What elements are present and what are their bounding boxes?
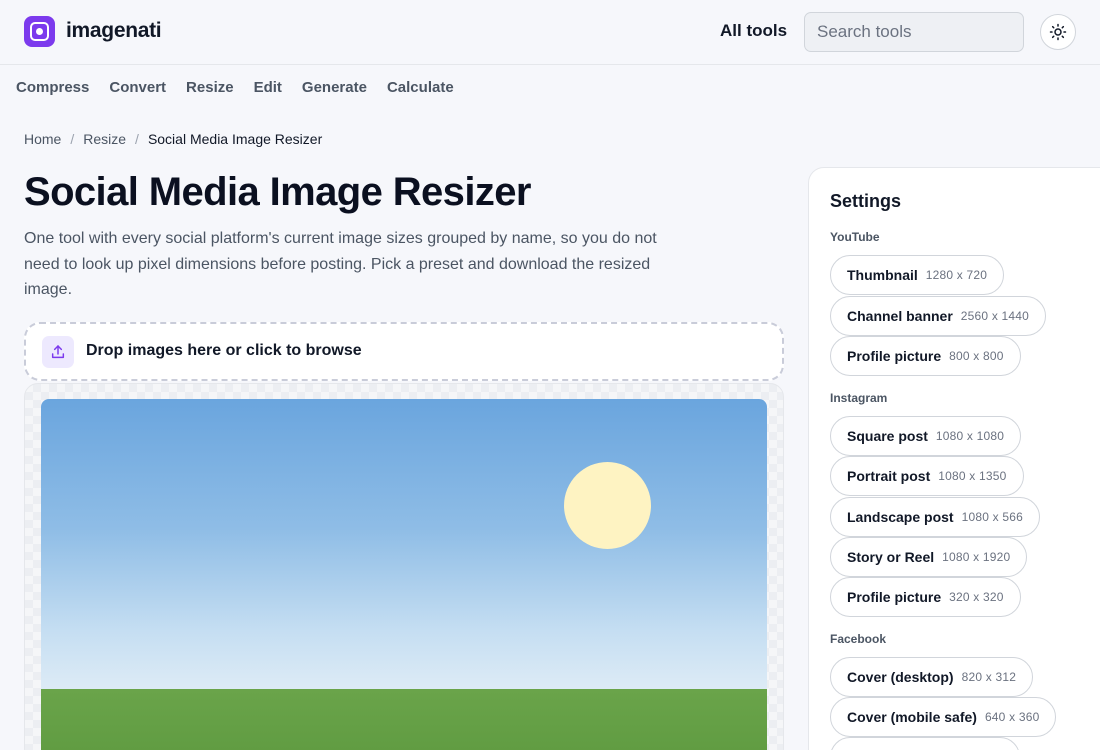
image-dropzone[interactable]: Drop images here or click to browse [24,322,784,381]
dropzone-label: Drop images here or click to browse [86,342,362,359]
preset-youtube-channel-banner[interactable]: Channel banner 2560 x 1440 [830,296,1047,336]
preset-instagram-profile-picture[interactable]: Profile picture 320 x 320 [830,577,1021,617]
sun-icon [1049,23,1067,41]
preset-dimensions: 800 x 800 [949,349,1004,363]
preset-dimensions: 1280 x 720 [925,268,988,282]
top-bar: imagenati All tools [0,0,1100,65]
preset-name: Thumbnail [847,267,918,283]
group-label-instagram: Instagram [830,391,888,405]
preview-grass [41,689,767,750]
preset-dimensions: 320 x 320 [949,590,1004,604]
page-title: Social Media Image Resizer [24,170,531,214]
preset-name: Story or Reel [847,549,935,565]
preset-name: Profile picture [847,348,942,364]
preset-instagram-portrait-post[interactable]: Portrait post 1080 x 1350 [830,456,1024,496]
preview-sky [41,399,767,689]
preset-facebook-cover-desktop[interactable]: Cover (desktop) 820 x 312 [830,657,1034,697]
category-nav: Compress Convert Resize Edit Generate Ca… [16,79,454,99]
search-input[interactable] [804,12,1024,52]
settings-panel: Settings YouTube Thumbnail 1280 x 720 Ch… [808,167,1100,750]
upload-icon [42,336,74,368]
settings-title: Settings [830,191,902,211]
nav-generate[interactable]: Generate [302,79,367,99]
preset-dimensions: 1080 x 566 [961,510,1023,524]
preset-name: Cover (desktop) [847,669,954,685]
preview-sun [564,462,651,549]
preset-facebook-next[interactable] [830,737,1020,750]
preset-name: Channel banner [847,308,953,324]
preset-dimensions: 1080 x 1920 [942,550,1011,564]
image-preview-area [24,383,784,750]
preset-youtube-thumbnail[interactable]: Thumbnail 1280 x 720 [830,255,1005,295]
page-description: One tool with every social platform's cu… [24,230,657,298]
breadcrumb-separator: / [135,131,139,147]
preset-dimensions: 640 x 360 [984,710,1040,724]
preset-name: Profile picture [847,589,942,605]
breadcrumb-separator: / [70,131,75,147]
preset-dimensions: 820 x 312 [961,670,1017,684]
preset-name: Cover (mobile safe) [847,709,977,725]
breadcrumb: Home / Resize / Social Media Image Resiz… [24,131,322,147]
all-tools-link[interactable]: All tools [720,21,787,41]
breadcrumb-resize[interactable]: Resize [83,131,126,147]
preset-facebook-cover-mobile[interactable]: Cover (mobile safe) 640 x 360 [830,697,1057,737]
nav-calculate[interactable]: Calculate [387,79,454,99]
preset-dimensions: 1080 x 1350 [938,469,1007,483]
nav-convert[interactable]: Convert [109,79,166,99]
group-label-youtube: YouTube [830,230,880,244]
preset-instagram-square-post[interactable]: Square post 1080 x 1080 [830,416,1022,456]
nav-edit[interactable]: Edit [254,79,282,99]
preset-youtube-profile-picture[interactable]: Profile picture 800 x 800 [830,336,1021,376]
preset-instagram-story-reel[interactable]: Story or Reel 1080 x 1920 [830,537,1028,577]
group-label-facebook: Facebook [830,632,887,646]
preset-instagram-landscape-post[interactable]: Landscape post 1080 x 566 [830,497,1040,537]
brand-name[interactable]: imagenati [66,19,162,43]
preset-name: Portrait post [847,468,931,484]
nav-compress[interactable]: Compress [16,79,89,99]
preset-name: Landscape post [847,509,954,525]
nav-resize[interactable]: Resize [186,79,234,99]
theme-toggle-button[interactable] [1040,14,1076,50]
image-preview [41,399,767,750]
preset-dimensions: 2560 x 1440 [960,309,1030,323]
preset-dimensions: 1080 x 1080 [935,429,1005,443]
logo-icon[interactable] [24,16,55,47]
breadcrumb-current: Social Media Image Resizer [147,131,323,147]
preset-name: Square post [847,428,928,444]
breadcrumb-home[interactable]: Home [24,131,61,147]
